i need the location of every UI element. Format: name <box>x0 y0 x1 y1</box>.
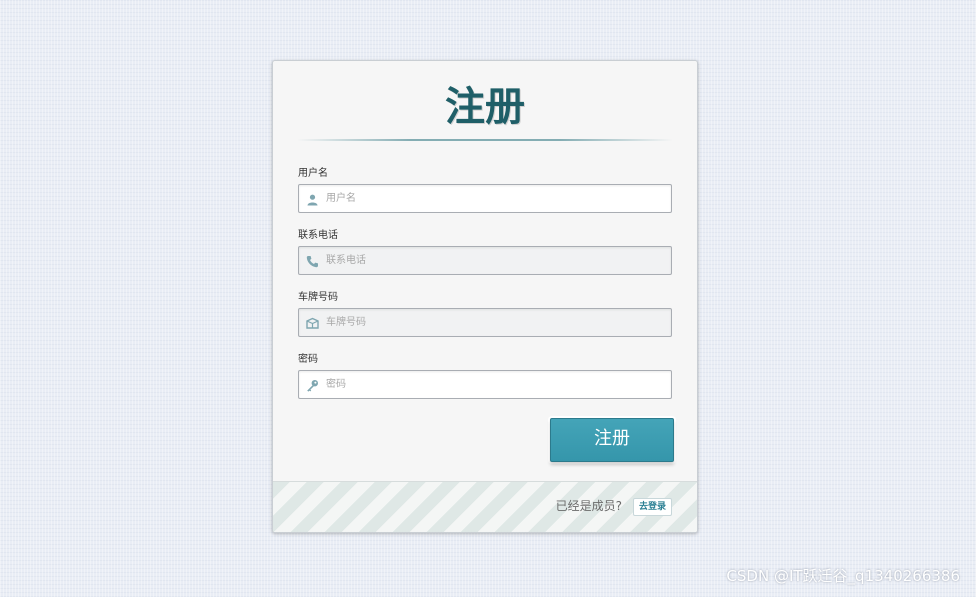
phone-input[interactable] <box>326 247 666 274</box>
car-plate-icon <box>306 317 319 329</box>
phone-field[interactable] <box>298 246 672 275</box>
key-icon <box>307 380 318 392</box>
username-field[interactable] <box>298 184 672 213</box>
watermark: CSDN @IT跃迁谷_q1340266386 <box>726 567 960 585</box>
plate-field[interactable] <box>298 308 672 337</box>
password-label: 密码 <box>298 354 318 365</box>
username-input[interactable] <box>326 185 666 212</box>
card-footer: 已经是成员? 去登录 <box>273 481 697 532</box>
title-divider <box>297 139 673 141</box>
plate-input[interactable] <box>326 309 666 336</box>
username-label: 用户名 <box>298 168 328 179</box>
page-title: 注册 <box>445 84 525 130</box>
password-input[interactable] <box>326 371 666 398</box>
register-button[interactable]: 注册 <box>550 418 674 462</box>
plate-label: 车牌号码 <box>298 292 338 303</box>
register-card: 注册 用户名 联系电话 车牌号码 密码 注册 <box>272 60 698 533</box>
password-field[interactable] <box>298 370 672 399</box>
login-link[interactable]: 去登录 <box>632 498 672 516</box>
phone-icon <box>306 256 318 268</box>
phone-label: 联系电话 <box>298 230 338 241</box>
user-icon <box>307 194 318 206</box>
member-prompt: 已经是成员? <box>555 499 622 513</box>
